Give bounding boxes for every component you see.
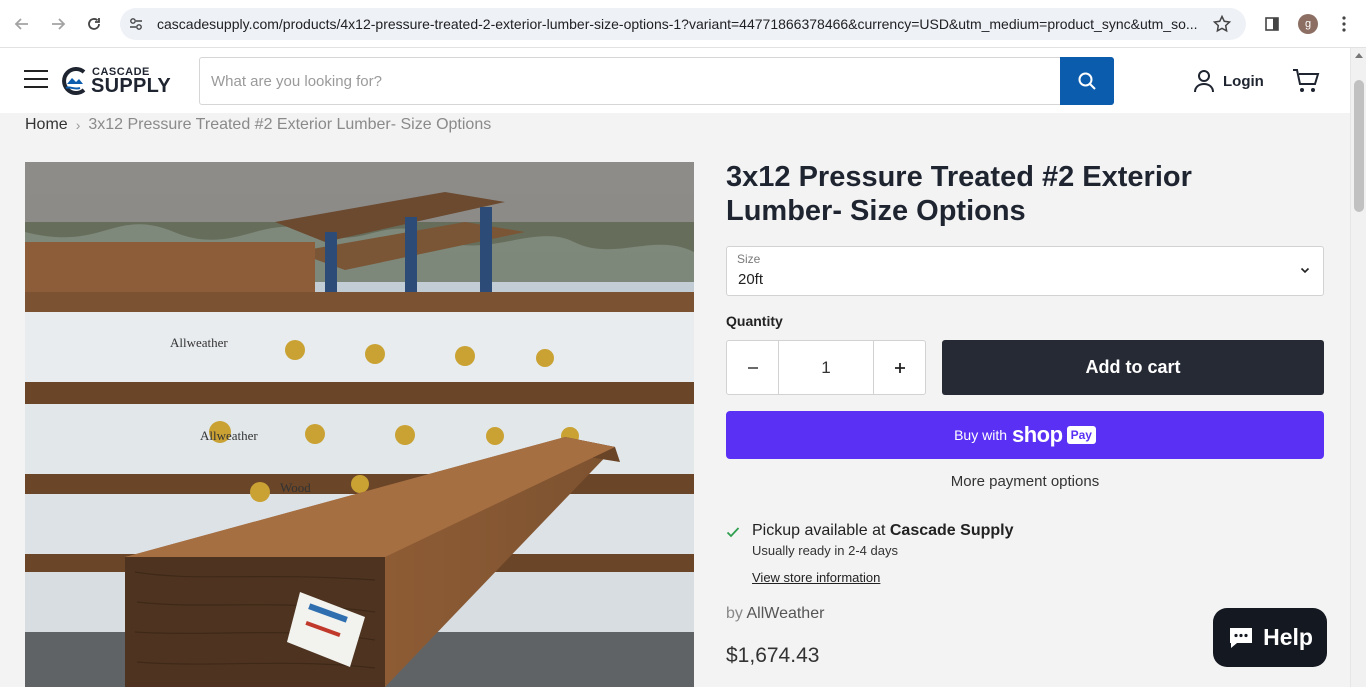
chevron-down-icon [1300,267,1310,274]
search-icon [1078,72,1096,90]
quantity-label: Quantity [726,313,783,329]
pickup-ready-time: Usually ready in 2-4 days [752,543,898,558]
wrap-label: Allweather [200,428,258,443]
more-payment-options-link[interactable]: More payment options [726,473,1324,490]
cart-icon [1293,69,1320,92]
site-logo[interactable]: CASCADE SUPPLY [62,64,177,98]
browser-toolbar: cascadesupply.com/products/4x12-pressure… [0,0,1366,48]
address-bar[interactable]: cascadesupply.com/products/4x12-pressure… [120,8,1246,40]
breadcrumb-home[interactable]: Home [25,116,68,134]
vendor-prefix: by [726,605,743,622]
menu-button[interactable] [24,70,48,90]
view-store-information-link[interactable]: View store information [752,570,880,585]
breadcrumb-separator: › [75,117,81,133]
logo-mark-icon [62,67,86,95]
logo-text-bottom: SUPPLY [91,75,171,97]
kebab-menu-icon [1342,16,1346,32]
quantity-input[interactable] [779,341,873,394]
help-label: Help [1263,624,1313,650]
pickup-text: Pickup available at Cascade Supply [752,522,1013,540]
vendor: by AllWeather [726,605,824,623]
search-button[interactable] [1060,57,1114,105]
scroll-up-arrow[interactable] [1355,53,1363,58]
size-select-label: Size [737,252,761,266]
arrow-right-icon [52,18,66,30]
breadcrumb-current: 3x12 Pressure Treated #2 Exterior Lumber… [88,116,492,133]
search-input[interactable] [200,58,1060,104]
cart-button[interactable] [1292,68,1320,94]
breadcrumb: Home › 3x12 Pressure Treated #2 Exterior… [25,116,491,134]
chat-bubble-icon [1230,627,1253,648]
lumber-photo: Allweather Allweather Wood [25,162,694,687]
login-link[interactable]: Login [1193,68,1264,94]
product-image[interactable]: Allweather Allweather Wood [25,162,694,687]
bookmark-star-icon[interactable] [1212,14,1232,34]
page-scrollbar[interactable] [1350,48,1366,687]
side-panel-button[interactable] [1260,12,1284,36]
wrap-label: Allweather [170,335,228,350]
shop-pay-buy-with: Buy with [954,427,1007,443]
pickup-store: Cascade Supply [889,522,1014,539]
vendor-name[interactable]: AllWeather [746,605,824,622]
product-title: 3x12 Pressure Treated #2 Exterior Lumber… [726,161,1192,227]
back-button[interactable] [10,12,34,36]
quantity-increase-button[interactable] [873,341,925,394]
pickup-prefix: Pickup available at [752,522,886,539]
shop-pay-logo: shop [1012,422,1063,447]
login-label: Login [1223,72,1264,90]
shop-pay-badge: Pay [1066,426,1096,444]
profile-button[interactable]: g [1296,12,1320,36]
shop-pay-button[interactable]: Buy with shop Pay [726,411,1324,459]
site-header: CASCADE SUPPLY Login [0,48,1350,113]
scroll-thumb[interactable] [1354,80,1364,212]
avatar: g [1298,14,1318,34]
user-icon [1194,70,1214,93]
arrow-left-icon [14,18,28,30]
url-text[interactable]: cascadesupply.com/products/4x12-pressure… [157,16,1207,32]
add-to-cart-button[interactable]: Add to cart [942,340,1324,395]
search-bar [199,57,1114,105]
product-price: $1,674.43 [726,644,820,667]
quantity-stepper [726,340,926,395]
wrap-label: Wood [280,480,311,495]
size-select[interactable]: Size 20ft [726,246,1324,296]
browser-menu-button[interactable] [1332,12,1356,36]
checkmark-icon [726,527,740,538]
side-panel-icon [1265,17,1279,31]
plus-icon [894,362,905,373]
reload-icon [88,18,100,30]
site-settings-icon[interactable] [128,16,144,32]
minus-icon [747,366,758,369]
quantity-decrease-button[interactable] [727,341,779,394]
forward-button[interactable] [46,12,70,36]
help-chat-button[interactable]: Help [1213,608,1327,667]
reload-button[interactable] [82,12,106,36]
size-select-value: 20ft [738,271,764,288]
